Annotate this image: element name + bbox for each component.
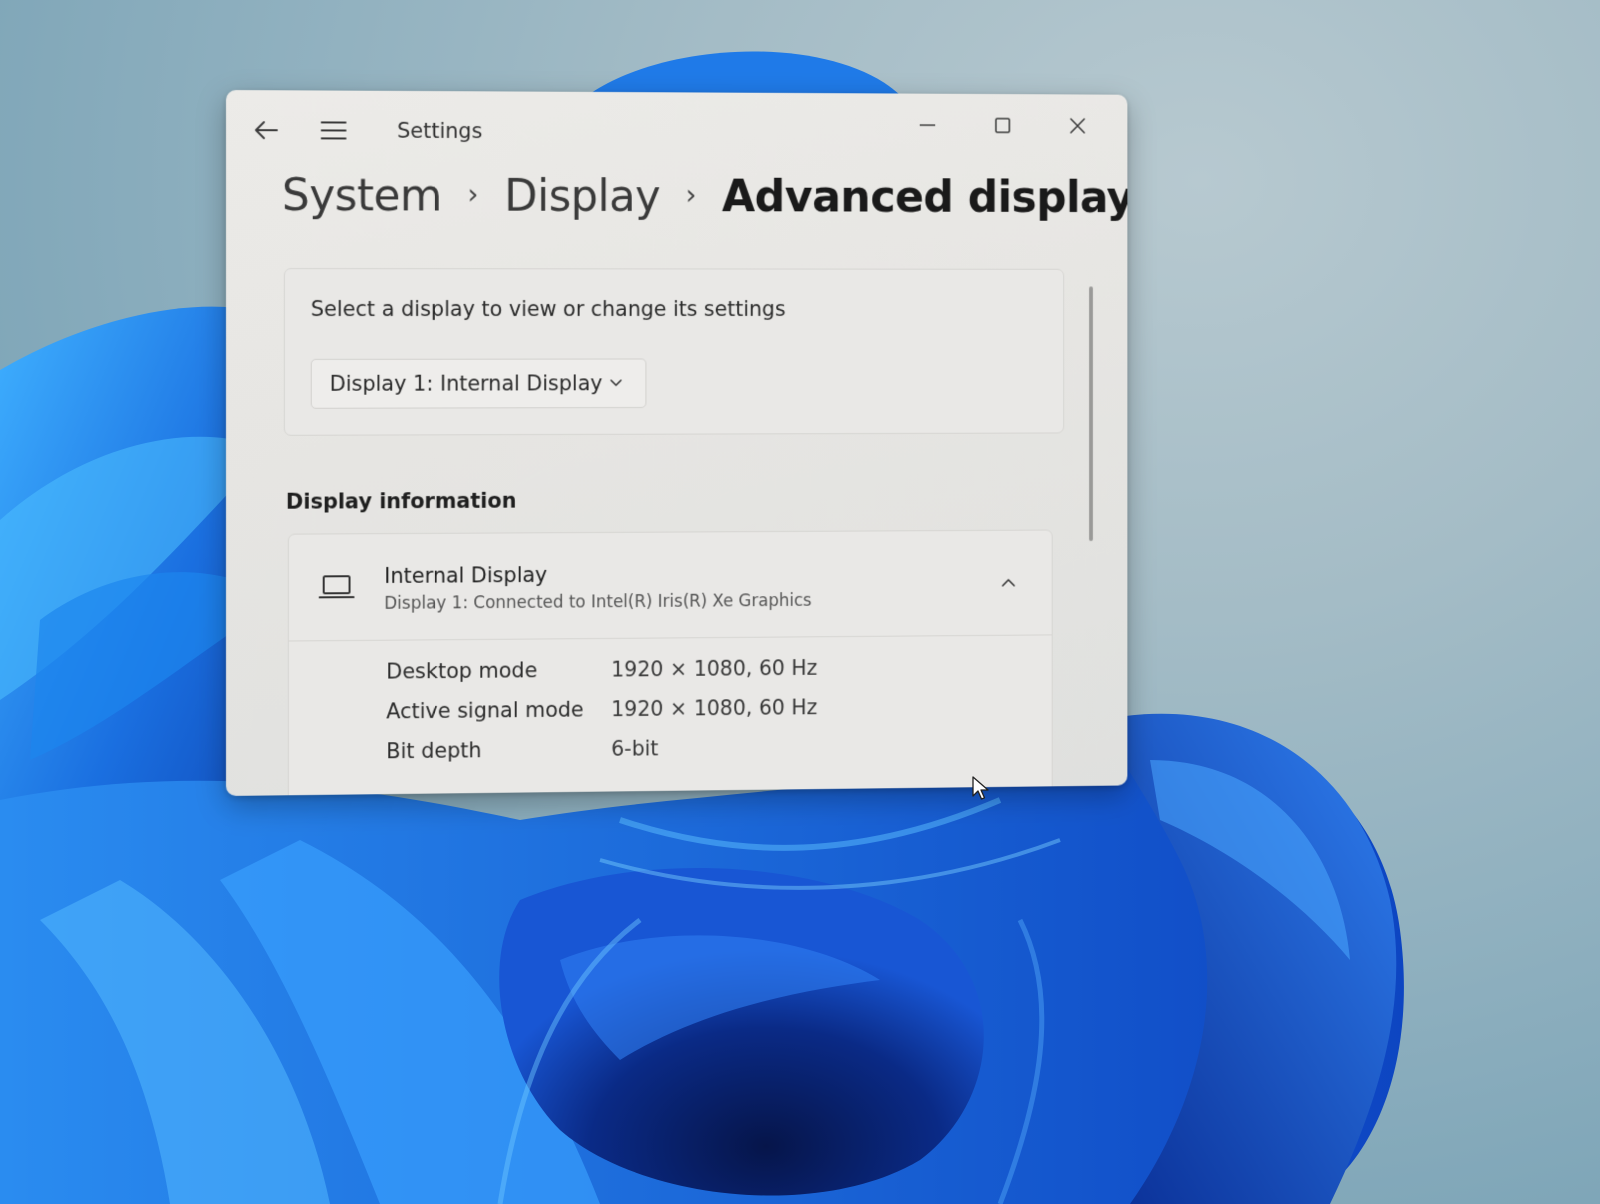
display-select-value: Display 1: Internal Display	[329, 371, 603, 396]
info-label: Active signal mode	[386, 697, 584, 724]
app-title: Settings	[397, 118, 483, 144]
back-button[interactable]	[248, 112, 284, 148]
breadcrumb-item-advanced-display: Advanced display	[721, 171, 1128, 223]
minimize-button[interactable]	[906, 107, 948, 143]
breadcrumb-item-display[interactable]: Display	[504, 171, 660, 222]
navigation-menu-button[interactable]	[316, 112, 352, 148]
breadcrumb-item-system[interactable]: System	[282, 170, 442, 221]
back-arrow-icon	[255, 121, 279, 140]
info-label: Bit depth	[386, 738, 482, 764]
settings-window: Settings System › Display › Advanced dis…	[226, 90, 1128, 796]
close-icon	[1069, 117, 1086, 135]
info-row-active-signal-mode: Active signal mode 1920 × 1080, 60 Hz	[386, 694, 992, 736]
info-row-desktop-mode: Desktop mode 1920 × 1080, 60 Hz	[386, 655, 992, 696]
chevron-up-icon[interactable]	[1000, 574, 1017, 592]
breadcrumb: System › Display › Advanced display	[282, 170, 1127, 223]
display-information-card: Internal Display Display 1: Connected to…	[287, 529, 1053, 796]
device-description: Display 1: Connected to Intel(R) Iris(R)…	[384, 590, 812, 614]
display-selector-card: Select a display to view or change its s…	[283, 268, 1065, 436]
minimize-icon	[919, 116, 936, 134]
breadcrumb-separator: ›	[467, 177, 479, 211]
info-value: 6-bit	[611, 736, 659, 761]
desktop: Settings System › Display › Advanced dis…	[0, 0, 1600, 1204]
device-name: Internal Display	[384, 563, 548, 588]
display-information-heading: Display information	[285, 488, 517, 514]
info-value: 1920 × 1080, 60 Hz	[611, 655, 818, 682]
info-value: 1920 × 1080, 60 Hz	[611, 695, 818, 722]
maximize-icon	[994, 117, 1011, 135]
display-select-dropdown[interactable]: Display 1: Internal Display	[310, 358, 647, 409]
hamburger-menu-icon	[321, 121, 348, 140]
laptop-icon	[319, 574, 355, 600]
display-information-header[interactable]: Internal Display Display 1: Connected to…	[288, 530, 1052, 642]
chevron-down-icon	[608, 375, 624, 391]
maximize-button[interactable]	[981, 108, 1023, 144]
breadcrumb-separator: ›	[685, 178, 697, 212]
close-button[interactable]	[1056, 108, 1098, 143]
info-row-bit-depth: Bit depth 6-bit	[386, 733, 992, 775]
display-selector-prompt: Select a display to view or change its s…	[310, 297, 786, 321]
vertical-scrollbar[interactable]	[1089, 286, 1093, 542]
info-label: Desktop mode	[386, 658, 538, 684]
